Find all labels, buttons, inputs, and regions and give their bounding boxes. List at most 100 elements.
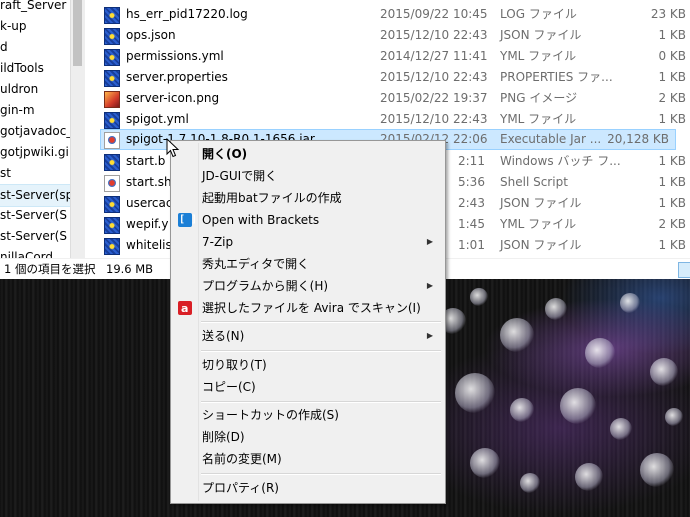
nav-folder-label: gin-m bbox=[0, 103, 35, 117]
file-row[interactable]: hs_err_pid17220.log 2015/09/22 10:45 LOG… bbox=[100, 4, 690, 25]
brackets-icon bbox=[178, 209, 197, 231]
file-name: hs_err_pid17220.log bbox=[126, 7, 248, 21]
menu-item-create-shortcut[interactable]: ショートカットの作成(S) bbox=[173, 404, 443, 426]
wallpaper-bokeh bbox=[560, 388, 596, 424]
file-date: 2014/12/27 11:41 bbox=[380, 49, 488, 63]
nav-folder-item[interactable]: d bbox=[0, 37, 8, 58]
file-size: 1 KB bbox=[658, 175, 686, 189]
file-type: YML ファイル bbox=[500, 217, 577, 231]
nav-folder-item[interactable]: st-Server(S bbox=[0, 226, 67, 247]
menu-item-open-brackets[interactable]: Open with Brackets bbox=[173, 209, 443, 231]
menu-item-label: 送る(N) bbox=[202, 329, 245, 343]
json-file-icon bbox=[104, 238, 120, 255]
menu-item-send-to[interactable]: 送る(N) ▶ bbox=[173, 325, 443, 347]
file-type: JSON ファイル bbox=[500, 28, 582, 42]
nav-folder-item[interactable]: nillaCord bbox=[0, 247, 53, 258]
file-date: 2015/09/22 10:45 bbox=[380, 7, 488, 21]
wallpaper-bokeh bbox=[470, 448, 500, 478]
yml-file-icon bbox=[104, 49, 120, 66]
navigation-pane: raft_Server k-up d ildTools uldron gin-m… bbox=[0, 0, 70, 258]
menu-item-label: 削除(D) bbox=[202, 430, 245, 444]
file-date: 2:11 bbox=[458, 154, 485, 168]
file-size: 23 KB bbox=[650, 7, 686, 21]
properties-file-icon bbox=[104, 70, 120, 87]
nav-folder-item[interactable]: gotjavadoc_ bbox=[0, 121, 70, 142]
wallpaper-bokeh bbox=[545, 298, 567, 320]
file-row[interactable]: spigot.yml 2015/12/10 22:43 YML ファイル 1 K… bbox=[100, 109, 690, 130]
file-type: JSON ファイル bbox=[500, 238, 582, 252]
wallpaper-bokeh bbox=[470, 288, 488, 306]
file-name: permissions.yml bbox=[126, 49, 224, 63]
nav-folder-item[interactable]: raft_Server bbox=[0, 0, 66, 16]
nav-folder-item-selected[interactable]: st-Server(sp bbox=[0, 184, 70, 207]
file-type: PNG イメージ bbox=[500, 91, 578, 105]
menu-separator bbox=[201, 321, 441, 323]
file-type: PROPERTIES ファ... bbox=[500, 70, 613, 84]
file-name: start.b bbox=[126, 154, 166, 168]
menu-item-create-bat[interactable]: 起動用batファイルの作成 bbox=[173, 187, 443, 209]
file-type: JSON ファイル bbox=[500, 196, 582, 210]
file-row[interactable]: server.properties 2015/12/10 22:43 PROPE… bbox=[100, 67, 690, 88]
menu-item-rename[interactable]: 名前の変更(M) bbox=[173, 448, 443, 470]
file-type: YML ファイル bbox=[500, 112, 577, 126]
nav-folder-label: gotjpwiki.gi bbox=[0, 145, 69, 159]
file-size: 1 KB bbox=[658, 154, 686, 168]
menu-item-open-jdgui[interactable]: JD-GUIで開く bbox=[173, 165, 443, 187]
menu-separator bbox=[201, 350, 441, 352]
wallpaper-bokeh bbox=[575, 463, 603, 491]
menu-item-label: JD-GUIで開く bbox=[202, 169, 278, 183]
nav-folder-label: uldron bbox=[0, 82, 39, 96]
avira-icon bbox=[178, 298, 192, 320]
menu-item-open-hidemaru[interactable]: 秀丸エディタで開く bbox=[173, 253, 443, 275]
submenu-arrow-icon: ▶ bbox=[426, 331, 433, 340]
file-row[interactable]: server-icon.png 2015/02/22 19:37 PNG イメー… bbox=[100, 88, 690, 109]
menu-item-cut[interactable]: 切り取り(T) bbox=[173, 354, 443, 376]
menu-item-label: Open with Brackets bbox=[202, 213, 320, 227]
nav-folder-item[interactable]: ildTools bbox=[0, 58, 44, 79]
menu-item-label: 切り取り(T) bbox=[202, 358, 267, 372]
file-name: start.sh bbox=[126, 175, 172, 189]
wallpaper-bokeh bbox=[610, 418, 632, 440]
nav-folder-item[interactable]: gotjpwiki.gi bbox=[0, 142, 69, 163]
wallpaper-bokeh bbox=[620, 293, 640, 313]
navigation-pane-scrollbar[interactable] bbox=[70, 0, 85, 258]
menu-item-label: ショートカットの作成(S) bbox=[202, 408, 339, 422]
menu-item-label: プロパティ(R) bbox=[202, 481, 279, 495]
nav-folder-label: k-up bbox=[0, 19, 27, 33]
scrollbar-thumb[interactable] bbox=[73, 0, 82, 66]
nav-folder-label: nillaCord bbox=[0, 250, 54, 258]
nav-folder-item[interactable]: gin-m bbox=[0, 100, 35, 121]
menu-item-avira-scan[interactable]: 選択したファイルを Avira でスキャン(I) bbox=[173, 297, 443, 320]
nav-folder-label: gotjavadoc_ bbox=[0, 124, 70, 138]
nav-folder-item[interactable]: uldron bbox=[0, 79, 38, 100]
file-type: LOG ファイル bbox=[500, 7, 577, 21]
menu-item-copy[interactable]: コピー(C) bbox=[173, 376, 443, 398]
menu-item-properties[interactable]: プロパティ(R) bbox=[173, 477, 443, 499]
menu-item-open-with[interactable]: プログラムから開く(H) ▶ bbox=[173, 275, 443, 297]
yml-file-icon bbox=[104, 112, 120, 129]
file-date: 1:45 bbox=[458, 217, 485, 231]
file-size: 1 KB bbox=[658, 70, 686, 84]
wallpaper-bokeh bbox=[455, 373, 495, 413]
file-size: 1 KB bbox=[658, 112, 686, 126]
submenu-arrow-icon: ▶ bbox=[426, 281, 433, 290]
menu-item-label: 選択したファイルを Avira でスキャン(I) bbox=[202, 301, 421, 315]
file-name: wepif.y bbox=[126, 217, 169, 231]
shell-script-icon bbox=[104, 175, 120, 192]
file-size: 1 KB bbox=[658, 196, 686, 210]
menu-item-label: 名前の変更(M) bbox=[202, 452, 282, 466]
nav-folder-item[interactable]: k-up bbox=[0, 16, 27, 37]
wallpaper-bokeh bbox=[510, 398, 534, 422]
nav-folder-item[interactable]: st bbox=[0, 163, 11, 184]
menu-item-7zip[interactable]: 7-Zip ▶ bbox=[173, 231, 443, 253]
details-view-button[interactable] bbox=[678, 262, 690, 278]
file-row[interactable]: permissions.yml 2014/12/27 11:41 YML ファイ… bbox=[100, 46, 690, 67]
nav-folder-label: ildTools bbox=[0, 61, 44, 75]
nav-folder-item[interactable]: st-Server(S bbox=[0, 205, 67, 226]
menu-item-open[interactable]: 開く(O) bbox=[173, 143, 443, 165]
nav-folder-label: st-Server(sp bbox=[0, 188, 70, 202]
menu-item-delete[interactable]: 削除(D) bbox=[173, 426, 443, 448]
wallpaper-bokeh bbox=[650, 358, 678, 386]
file-row[interactable]: ops.json 2015/12/10 22:43 JSON ファイル 1 KB bbox=[100, 25, 690, 46]
status-selection-size: 19.6 MB bbox=[106, 262, 154, 276]
